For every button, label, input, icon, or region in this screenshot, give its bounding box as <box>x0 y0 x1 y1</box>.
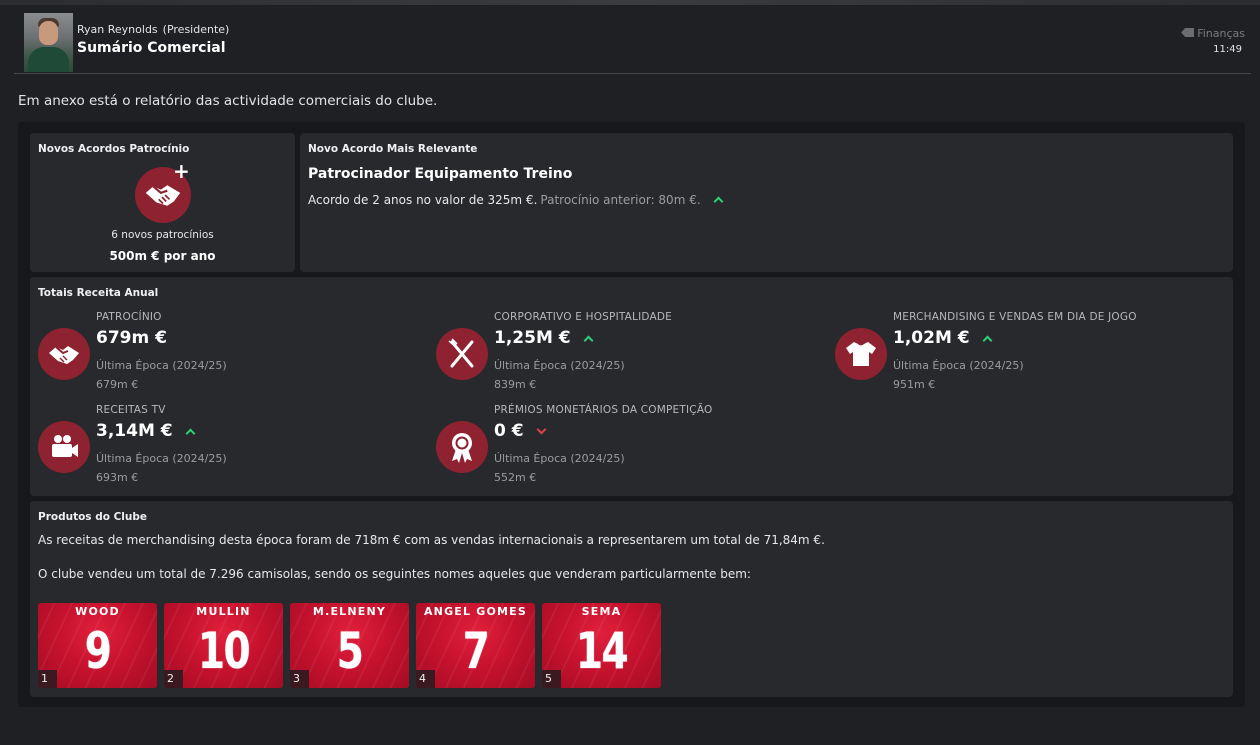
medal-icon <box>436 421 488 473</box>
relevant-deal-card: Novo Acordo Mais Relevante Patrocinador … <box>300 133 1233 272</box>
deal-name: Patrocinador Equipamento Treino <box>308 166 573 182</box>
merchandising-summary: As receitas de merchandising desta época… <box>38 533 825 547</box>
revenue-label: PRÉMIOS MONETÁRIOS DA COMPETIÇÃO <box>494 404 713 416</box>
annual-revenue-card: Totais Receita Anual PATROCÍNIO 679m € Ú… <box>30 277 1233 496</box>
trend-up-icon <box>713 196 724 207</box>
shirt-rank: 2 <box>164 670 183 688</box>
shirt-rank: 3 <box>290 670 309 688</box>
deal-terms: Acordo de 2 anos no valor de 325m €. <box>308 193 538 207</box>
revenue-label: PATROCÍNIO <box>96 311 162 323</box>
shirt-number: 14 <box>575 622 629 680</box>
last-season-value: 951m € <box>893 378 936 391</box>
last-season-label: Última Época (2024/25) <box>494 452 625 465</box>
last-season-label: Última Época (2024/25) <box>96 359 227 372</box>
revenue-amount: 3,14M € <box>96 421 173 441</box>
revenue-item-corporate: CORPORATIVO E HOSPITALIDADE 1,25M € Últi… <box>436 311 776 401</box>
message-title: Sumário Comercial <box>77 40 226 56</box>
tag-icon <box>1181 28 1195 37</box>
shirt-icon <box>835 328 887 380</box>
shirt-rank: 1 <box>38 670 57 688</box>
revenue-label: MERCHANDISING E VENDAS EM DIA DE JOGO <box>893 311 1137 323</box>
shirt-sales-summary: O clube vendeu um total de 7.296 camisol… <box>38 567 751 581</box>
revenue-item-sponsorship: PATROCÍNIO 679m € Última Época (2024/25)… <box>38 311 378 401</box>
shirt-player-name: WOOD <box>75 605 120 618</box>
shirt-number: 5 <box>336 622 364 680</box>
top-shirt[interactable]: WOOD 9 1 <box>38 603 157 688</box>
new-sponsorships-card: Novos Acordos Patrocínio + 6 novos patro… <box>30 133 295 272</box>
sponsorship-count: 6 novos patrocínios <box>111 229 214 241</box>
revenue-label: CORPORATIVO E HOSPITALIDADE <box>494 311 672 323</box>
revenue-amount: 0 € <box>494 421 524 441</box>
last-season-value: 552m € <box>494 471 537 484</box>
top-shirt[interactable]: SEMA 14 5 <box>542 603 661 688</box>
sponsorship-value: 500m € por ano <box>109 249 216 263</box>
revenue-value: 3,14M € <box>96 421 196 441</box>
message-header: Ryan Reynolds (Presidente) Sumário Comerc… <box>14 5 1251 74</box>
last-season-label: Última Época (2024/25) <box>494 359 625 372</box>
trend-up-icon <box>583 335 594 346</box>
revenue-value: 1,25M € <box>494 328 594 348</box>
shirt-player-name: ANGEL GOMES <box>423 605 528 618</box>
deal-description: Acordo de 2 anos no valor de 325m €. Patr… <box>308 193 724 207</box>
sender-name[interactable]: Ryan Reynolds <box>77 23 158 36</box>
report-panel: Novos Acordos Patrocínio + 6 novos patro… <box>18 122 1245 707</box>
shirt-number: 9 <box>84 622 112 680</box>
handshake-icon <box>38 328 90 380</box>
last-season-value: 839m € <box>494 378 537 391</box>
trend-down-icon <box>536 424 547 435</box>
top-shirt[interactable]: MULLIN 10 2 <box>164 603 283 688</box>
revenue-amount: 1,25M € <box>494 328 571 348</box>
last-season-label: Última Época (2024/25) <box>96 452 227 465</box>
last-season-value: 679m € <box>96 378 139 391</box>
card-title: Produtos do Clube <box>38 511 148 523</box>
card-title: Novos Acordos Patrocínio <box>38 143 190 155</box>
revenue-value: 679m € <box>96 328 167 348</box>
card-title: Totais Receita Anual <box>38 287 159 299</box>
revenue-item-tv: RECEITAS TV 3,14M € Última Época (2024/2… <box>38 404 378 494</box>
shirt-number: 7 <box>462 622 490 680</box>
revenue-value: 0 € <box>494 421 547 441</box>
message-time: 11:49 <box>1213 44 1242 55</box>
camera-icon <box>38 421 90 473</box>
trend-up-icon <box>982 335 993 346</box>
shirt-player-name: MULLIN <box>196 605 251 618</box>
shirt-player-name: M.ELNENY <box>312 605 387 618</box>
plus-icon: + <box>173 159 190 183</box>
previous-sponsorship: Patrocínio anterior: 80m €. <box>540 193 701 207</box>
trend-up-icon <box>185 428 196 439</box>
revenue-label: RECEITAS TV <box>96 404 166 416</box>
sender-line: Ryan Reynolds (Presidente) <box>77 23 229 36</box>
sender-role: (Presidente) <box>162 23 230 36</box>
revenue-amount: 1,02M € <box>893 328 970 348</box>
shirt-rank: 5 <box>542 670 561 688</box>
top-shirt[interactable]: ANGEL GOMES 7 4 <box>416 603 535 688</box>
revenue-item-merchandising: MERCHANDISING E VENDAS EM DIA DE JOGO 1,… <box>835 311 1175 401</box>
sender-avatar[interactable] <box>24 13 73 72</box>
category-tag[interactable]: Finanças <box>1181 27 1245 40</box>
club-products-card: Produtos do Clube As receitas de merchan… <box>30 501 1233 697</box>
last-season-value: 693m € <box>96 471 139 484</box>
card-title: Novo Acordo Mais Relevante <box>308 143 478 155</box>
shirt-number: 10 <box>197 622 251 680</box>
last-season-label: Última Época (2024/25) <box>893 359 1024 372</box>
top-shirt[interactable]: M.ELNENY 5 3 <box>290 603 409 688</box>
revenue-value: 1,02M € <box>893 328 993 348</box>
shirt-player-name: SEMA <box>581 605 622 618</box>
shirt-rank: 4 <box>416 670 435 688</box>
intro-text: Em anexo está o relatório das actividade… <box>18 93 438 109</box>
cutlery-icon <box>436 328 488 380</box>
revenue-item-prize-money: PRÉMIOS MONETÁRIOS DA COMPETIÇÃO 0 € Últ… <box>436 404 776 494</box>
category-tag-label: Finanças <box>1197 27 1245 40</box>
